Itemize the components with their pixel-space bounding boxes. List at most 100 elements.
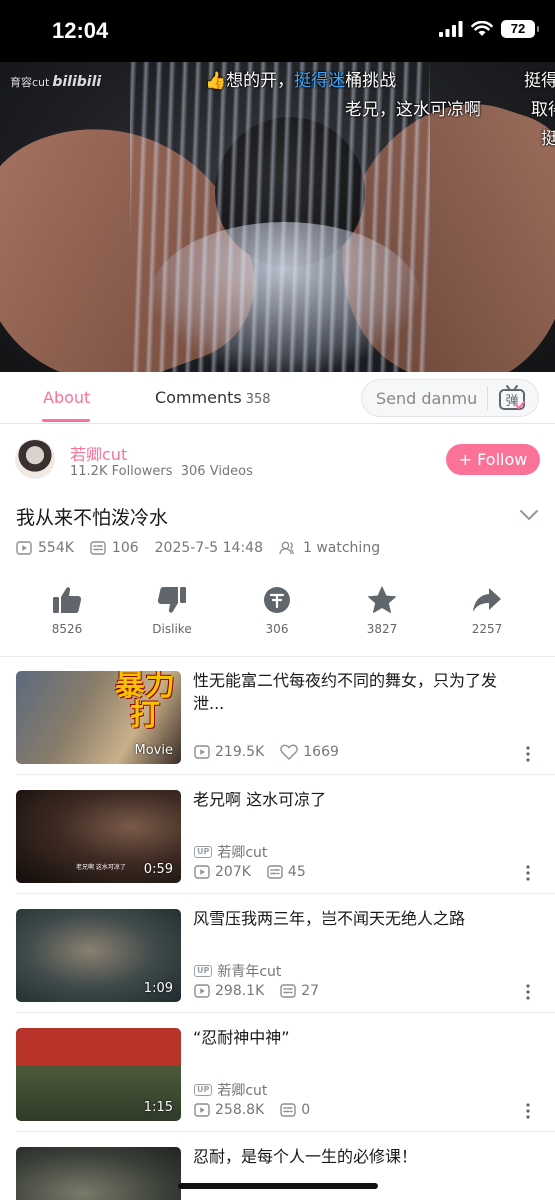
video-player[interactable]: 育容cutbilibili 👍想的开，挺得迷桶挑战 老兄，这水可凉啊 挺得 取得… — [0, 62, 555, 372]
related-video-uploader: UP 若卿cut — [194, 842, 267, 862]
thumbnail-subtitle: 老兄啊 这水可凉了 — [76, 864, 126, 871]
divider — [16, 1012, 555, 1013]
danmaku-count-icon — [280, 1103, 296, 1117]
video-watermark: 育容cut bilibili — [10, 74, 101, 90]
related-video-stats: 298.1K 27 — [194, 983, 319, 999]
active-tab-indicator — [42, 419, 90, 422]
danmaku-count: 106 — [111, 540, 139, 556]
danmu-comment: 挺 — [541, 129, 555, 149]
star-icon — [368, 586, 396, 613]
uploader-name: 若卿cut — [217, 1083, 268, 1099]
video-title: 我从来不怕泼冷水 — [16, 507, 169, 529]
danmu-comment: 取得 — [531, 100, 555, 120]
play-count-icon — [194, 745, 210, 759]
send-danmu-input[interactable]: Send danmu 弹 — [361, 379, 539, 417]
related-video-stats: 219.5K 1669 — [194, 744, 339, 760]
video-duration: 1:09 — [143, 981, 173, 996]
favorite-button[interactable]: 3827 — [342, 584, 422, 636]
heart-icon — [280, 744, 299, 760]
uploader-avatar[interactable] — [15, 439, 55, 479]
status-time: 12:04 — [52, 18, 109, 43]
more-options-icon[interactable] — [524, 1103, 532, 1119]
danmaku-count: 0 — [301, 1102, 311, 1118]
related-video-item[interactable]: 忍耐，是每个人一生的必修课！ — [0, 1133, 555, 1200]
play-count-icon — [16, 541, 32, 555]
battery-icon: 72 — [501, 20, 539, 38]
video-meta: 554K 106 2025-7-5 14:48 1 watching — [16, 540, 380, 556]
view-count: 298.1K — [215, 983, 265, 999]
uploader-videos: 306 Videos — [180, 464, 253, 479]
status-icons: 72 — [439, 20, 539, 38]
divider — [16, 1131, 555, 1132]
uploader-row: 若卿cut 11.2K Followers 306 Videos + Follo… — [0, 432, 555, 490]
related-video-item[interactable]: 老兄啊 这水可凉了 0:59 老兄啊 这水可凉了 UP 若卿cut 207K 4… — [0, 776, 555, 894]
related-video-item[interactable]: 1:09 风雪压我两三年，岂不闻天无绝人之路 UP 新青年cut 298.1K … — [0, 895, 555, 1013]
wifi-icon — [471, 21, 493, 36]
thumbnail-badge: Movie — [134, 743, 173, 758]
play-count-icon — [194, 865, 210, 879]
video-thumbnail[interactable]: 1:15 — [16, 1028, 181, 1121]
dislike-label: Dislike — [152, 622, 192, 636]
thumbs-down-icon — [157, 587, 186, 613]
video-thumbnail[interactable]: 老兄啊 这水可凉了 0:59 — [16, 790, 181, 883]
more-options-icon[interactable] — [524, 984, 532, 1000]
danmu-comment: 老兄，这水可凉啊 — [345, 100, 481, 120]
coin-button[interactable]: 306 — [237, 584, 317, 636]
coin-icon — [264, 587, 290, 613]
danmaku-count: 27 — [301, 983, 320, 999]
send-danmu-placeholder: Send danmu — [376, 389, 478, 408]
danmu-highlight: 挺得迷 — [294, 71, 346, 91]
related-video-title[interactable]: 忍耐，是每个人一生的必修课！ — [193, 1145, 513, 1168]
related-video-item[interactable]: 暴力打 Movie 性无能富二代每夜约不同的舞女，只为了发泄... 219.5K… — [0, 657, 555, 775]
thumbnail-caption: 暴力打 — [115, 671, 175, 733]
related-video-stats: 207K 45 — [194, 864, 306, 880]
chevron-down-icon[interactable] — [519, 508, 539, 522]
uploader-name[interactable]: 若卿cut — [70, 441, 127, 465]
more-options-icon[interactable] — [524, 746, 532, 762]
bilibili-logo: bilibili — [52, 74, 102, 90]
video-thumbnail[interactable]: 暴力打 Movie — [16, 671, 181, 764]
danmu-text: 桶挑战 — [345, 71, 397, 91]
like-count: 1669 — [303, 744, 339, 760]
watermark-prefix: 育容cut — [10, 76, 50, 89]
danmu-comment: 挺得 — [524, 71, 555, 91]
up-badge-icon: UP — [194, 846, 213, 858]
uploader-followers: 11.2K Followers — [70, 464, 173, 479]
related-video-title[interactable]: 风雪压我两三年，岂不闻天无绝人之路 — [193, 907, 513, 930]
uploader-name: 新青年cut — [217, 964, 282, 980]
related-video-title[interactable]: “忍耐神中神” — [193, 1026, 513, 1049]
related-video-uploader: UP 若卿cut — [194, 1080, 267, 1100]
divider — [487, 386, 488, 410]
home-indicator[interactable] — [178, 1183, 378, 1189]
comments-count: 358 — [245, 392, 271, 407]
danmu-comment: 👍想的开，挺得迷桶挑战 — [205, 66, 396, 91]
publish-date: 2025-7-5 14:48 — [154, 540, 263, 556]
video-thumbnail[interactable]: 1:09 — [16, 909, 181, 1002]
coin-count: 306 — [265, 622, 289, 636]
danmu-toggle-icon[interactable]: 弹 — [498, 385, 526, 411]
danmaku-count: 45 — [287, 864, 306, 880]
share-button[interactable]: 2257 — [447, 584, 527, 636]
view-count: 258.8K — [215, 1102, 265, 1118]
related-video-title[interactable]: 老兄啊 这水可凉了 — [193, 788, 513, 811]
divider — [16, 774, 555, 775]
related-video-item[interactable]: 1:15 “忍耐神中神” UP 若卿cut 258.8K 0 — [0, 1014, 555, 1132]
play-count-icon — [194, 1103, 210, 1117]
like-button[interactable]: 8526 — [27, 584, 107, 636]
related-video-title[interactable]: 性无能富二代每夜约不同的舞女，只为了发泄... — [193, 669, 513, 715]
play-count-icon — [194, 984, 210, 998]
uploader-name: 若卿cut — [217, 845, 268, 861]
tab-comments[interactable]: Comments 358 — [155, 388, 271, 407]
related-video-uploader: UP 新青年cut — [194, 961, 281, 981]
tab-comments-label: Comments — [155, 388, 242, 407]
more-options-icon[interactable] — [524, 865, 532, 881]
follow-button[interactable]: + Follow — [446, 444, 540, 475]
tab-about[interactable]: About — [43, 388, 90, 407]
detail-tabs: About Comments 358 Send danmu 弹 — [0, 372, 555, 424]
status-bar: 12:04 72 — [0, 0, 555, 62]
danmaku-count-icon — [267, 865, 283, 879]
dislike-button[interactable]: Dislike — [132, 584, 212, 636]
video-duration: 0:59 — [143, 862, 173, 877]
video-thumbnail[interactable] — [16, 1147, 181, 1200]
view-count: 554K — [38, 540, 74, 556]
